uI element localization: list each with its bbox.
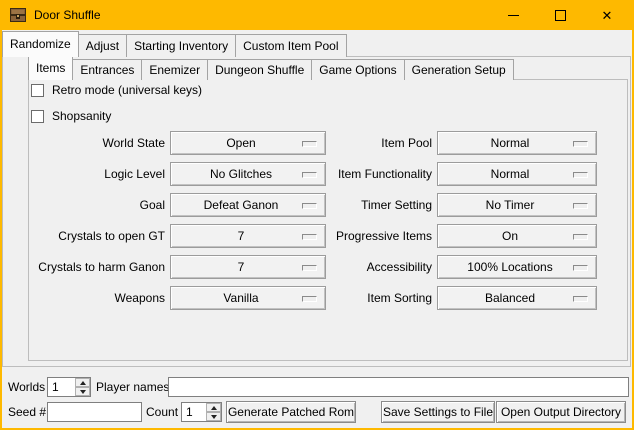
count-value: 1 xyxy=(182,403,206,421)
window-title: Door Shuffle xyxy=(34,0,101,30)
spin-down-icon[interactable] xyxy=(75,387,90,396)
option-label: Item Sorting xyxy=(330,286,432,310)
dropdown-indicator-icon xyxy=(302,172,317,178)
dropdown-indicator-icon xyxy=(302,141,317,147)
count-spinner[interactable]: 1 xyxy=(181,402,222,422)
dropdown-indicator-icon xyxy=(573,265,588,271)
count-label: Count xyxy=(146,401,178,423)
open-output-directory-button[interactable]: Open Output Directory xyxy=(496,401,626,423)
titlebar: Door Shuffle ✕ xyxy=(0,0,634,30)
items-tab-pane xyxy=(28,79,628,361)
accessibility-dropdown[interactable]: 100% Locations xyxy=(437,255,597,279)
tab-custom-item-pool[interactable]: Custom Item Pool xyxy=(235,34,346,57)
spin-up-icon[interactable] xyxy=(75,378,90,387)
item-sorting-dropdown[interactable]: Balanced xyxy=(437,286,597,310)
tab-starting-inventory[interactable]: Starting Inventory xyxy=(126,34,236,57)
dropdown-indicator-icon xyxy=(573,172,588,178)
checkbox-label: Shopsanity xyxy=(52,109,111,124)
option-label: Crystals to open GT xyxy=(30,224,165,248)
tab-adjust[interactable]: Adjust xyxy=(78,34,127,57)
timer-setting-dropdown[interactable]: No Timer xyxy=(437,193,597,217)
dropdown-indicator-icon xyxy=(573,141,588,147)
save-settings-button[interactable]: Save Settings to File xyxy=(381,401,495,423)
main-tab-bar: Randomize Adjust Starting Inventory Cust… xyxy=(2,31,347,57)
checkbox-box[interactable] xyxy=(31,110,44,123)
dropdown-indicator-icon xyxy=(573,234,588,240)
retro-mode-checkbox[interactable]: Retro mode (universal keys) xyxy=(31,83,202,98)
checkbox-label: Retro mode (universal keys) xyxy=(52,83,202,98)
tab-entrances[interactable]: Entrances xyxy=(72,59,142,80)
seed-label: Seed # xyxy=(8,401,46,423)
dropdown-indicator-icon xyxy=(573,296,588,302)
option-label: Timer Setting xyxy=(330,193,432,217)
progressive-items-dropdown[interactable]: On xyxy=(437,224,597,248)
option-label: Logic Level xyxy=(30,162,165,186)
player-names-input[interactable] xyxy=(168,377,629,397)
tab-items[interactable]: Items xyxy=(28,56,73,80)
tab-generation-setup[interactable]: Generation Setup xyxy=(404,59,514,80)
tab-dungeon-shuffle[interactable]: Dungeon Shuffle xyxy=(207,59,312,80)
spin-up-icon[interactable] xyxy=(206,403,221,412)
tab-randomize[interactable]: Randomize xyxy=(2,31,79,57)
option-label: Weapons xyxy=(30,286,165,310)
logic-level-dropdown[interactable]: No Glitches xyxy=(170,162,326,186)
maximize-button[interactable] xyxy=(537,0,583,30)
close-button[interactable]: ✕ xyxy=(584,0,630,30)
randomize-sub-tab-bar: Items Entrances Enemizer Dungeon Shuffle… xyxy=(28,56,514,80)
option-label: Accessibility xyxy=(330,255,432,279)
minimize-icon xyxy=(508,15,519,16)
option-label: Crystals to harm Ganon xyxy=(30,255,165,279)
spin-down-icon[interactable] xyxy=(206,412,221,421)
option-label: World State xyxy=(30,131,165,155)
worlds-value: 1 xyxy=(48,378,75,396)
door-shuffle-window: Door Shuffle ✕ Randomize Adjust Starting… xyxy=(0,0,634,430)
dropdown-indicator-icon xyxy=(302,234,317,240)
crystals-open-gt-dropdown[interactable]: 7 xyxy=(170,224,326,248)
option-label: Item Pool xyxy=(330,131,432,155)
worlds-label: Worlds xyxy=(8,377,45,397)
dropdown-indicator-icon xyxy=(302,296,317,302)
generate-patched-rom-button[interactable]: Generate Patched Rom xyxy=(226,401,356,423)
checkbox-box[interactable] xyxy=(31,84,44,97)
option-label: Progressive Items xyxy=(330,224,432,248)
tab-enemizer[interactable]: Enemizer xyxy=(141,59,208,80)
world-state-dropdown[interactable]: Open xyxy=(170,131,326,155)
worlds-spinner[interactable]: 1 xyxy=(47,377,91,397)
option-label: Goal xyxy=(30,193,165,217)
weapons-dropdown[interactable]: Vanilla xyxy=(170,286,326,310)
seed-input[interactable] xyxy=(47,402,142,422)
dropdown-indicator-icon xyxy=(573,203,588,209)
chest-icon xyxy=(10,7,26,23)
close-icon: ✕ xyxy=(602,9,613,22)
minimize-button[interactable] xyxy=(490,0,536,30)
shopsanity-checkbox[interactable]: Shopsanity xyxy=(31,109,111,124)
player-names-label: Player names xyxy=(96,377,169,397)
dropdown-indicator-icon xyxy=(302,265,317,271)
dropdown-indicator-icon xyxy=(302,203,317,209)
item-pool-dropdown[interactable]: Normal xyxy=(437,131,597,155)
tab-game-options[interactable]: Game Options xyxy=(311,59,404,80)
option-label: Item Functionality xyxy=(330,162,432,186)
goal-dropdown[interactable]: Defeat Ganon xyxy=(170,193,326,217)
item-functionality-dropdown[interactable]: Normal xyxy=(437,162,597,186)
crystals-harm-ganon-dropdown[interactable]: 7 xyxy=(170,255,326,279)
maximize-icon xyxy=(555,10,566,21)
